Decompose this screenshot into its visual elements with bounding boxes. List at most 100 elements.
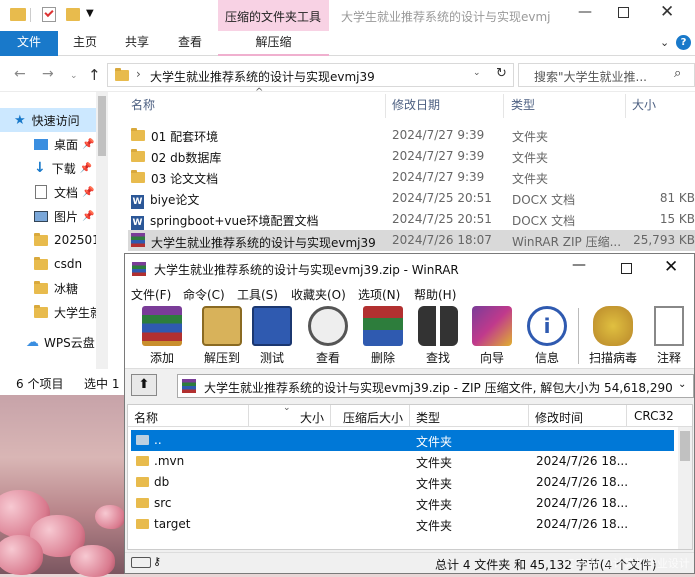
- winrar-maximize-button[interactable]: [621, 263, 632, 274]
- extract-to-icon: [202, 306, 242, 346]
- delete-icon: [363, 306, 403, 346]
- star-icon: ★: [14, 112, 26, 128]
- back-arrow-icon[interactable]: ←: [14, 66, 26, 82]
- archive-row[interactable]: target 文件夹 2024/7/26 18...: [133, 514, 683, 535]
- toolbar-wizard-button[interactable]: 向导: [467, 302, 517, 365]
- download-icon: ↓: [34, 160, 46, 176]
- info-icon: i: [527, 306, 567, 346]
- nav-quick-access[interactable]: ★ 快速访问: [0, 108, 108, 132]
- up-arrow-icon[interactable]: ↑: [88, 66, 101, 84]
- winrar-minimize-button[interactable]: —: [572, 257, 586, 273]
- nav-documents[interactable]: 文档 📌: [0, 180, 108, 204]
- drive-icon: [131, 557, 151, 568]
- help-icon[interactable]: ?: [676, 35, 691, 50]
- menu-file[interactable]: 文件(F): [131, 286, 171, 303]
- tab-extract[interactable]: 解压缩: [218, 31, 329, 56]
- nav-downloads[interactable]: ↓ 下载 📌: [0, 156, 108, 180]
- toolbar-delete-button[interactable]: 删除: [358, 302, 408, 365]
- winrar-archive-icon: [182, 379, 196, 393]
- address-dropdown-icon[interactable]: ⌄: [473, 68, 481, 78]
- tab-home[interactable]: 主页: [60, 31, 110, 56]
- menu-tools[interactable]: 工具(S): [237, 286, 278, 303]
- menu-options[interactable]: 选项(N): [358, 286, 400, 303]
- ribbon-expand-icon[interactable]: ⌄: [660, 36, 669, 49]
- nav-wps-cloud[interactable]: ☁ WPS云盘: [0, 330, 108, 354]
- quick-access-dropdown-icon[interactable]: ▼: [86, 8, 94, 19]
- explorer-window-title: 大学生就业推荐系统的设计与实现evmj39: [341, 10, 551, 24]
- winrar-menu-bar: 文件(F) 命令(C) 工具(S) 收藏夹(O) 选项(N) 帮助(H): [125, 283, 694, 303]
- refresh-icon[interactable]: ↻: [496, 66, 507, 81]
- search-icon: ⌕: [674, 66, 682, 81]
- column-header-modified[interactable]: 修改时间: [535, 409, 583, 426]
- nav-folder-project[interactable]: 大学生就: [0, 300, 108, 324]
- column-header-date[interactable]: 修改日期: [392, 96, 440, 116]
- winrar-titlebar: 大学生就业推荐系统的设计与实现evmj39.zip - WinRAR — ✕: [125, 254, 694, 283]
- test-icon: [252, 306, 292, 346]
- breadcrumb[interactable]: 大学生就业推荐系统的设计与实现evmj39: [150, 68, 450, 85]
- archive-row[interactable]: .mvn 文件夹 2024/7/26 18...: [133, 451, 683, 472]
- toolbar-info-button[interactable]: i 信息: [522, 302, 572, 365]
- toolbar-extract-to-button[interactable]: 解压到: [191, 302, 253, 365]
- menu-favorites[interactable]: 收藏夹(O): [291, 286, 346, 303]
- nav-pictures[interactable]: 图片 📌: [0, 204, 108, 228]
- search-input[interactable]: 搜索"大学生就业推... ⌕: [518, 63, 695, 87]
- nav-folder-202501[interactable]: 202501: [0, 228, 108, 252]
- archive-row[interactable]: src 文件夹 2024/7/26 18...: [133, 493, 683, 514]
- nav-folder-csdn[interactable]: csdn: [0, 252, 108, 276]
- column-header-type[interactable]: 类型: [416, 409, 440, 426]
- maximize-button[interactable]: [618, 7, 629, 18]
- toolbar-test-button[interactable]: 测试: [247, 302, 297, 365]
- toolbar-view-button[interactable]: 查看: [303, 302, 353, 365]
- column-header-size[interactable]: 大小: [296, 409, 324, 426]
- column-header-name[interactable]: 名称: [134, 409, 158, 426]
- file-row[interactable]: Wbiye论文 2024/7/25 20:51 DOCX 文档 81 KB: [128, 188, 695, 209]
- properties-icon[interactable]: [42, 7, 56, 22]
- column-header-name[interactable]: 名称: [131, 96, 155, 116]
- column-header-type[interactable]: 类型: [511, 96, 535, 116]
- forward-arrow-icon[interactable]: →: [42, 66, 54, 82]
- watermark: CSDN @计算机毕业设计: [567, 557, 690, 570]
- archive-row-selected[interactable]: .. 文件夹: [131, 430, 674, 451]
- column-header-crc32[interactable]: CRC32: [634, 409, 674, 423]
- tab-share[interactable]: 共享: [112, 31, 162, 56]
- folder-icon: [131, 170, 145, 183]
- file-row[interactable]: 02 db数据库 2024/7/27 9:39 文件夹: [128, 146, 695, 167]
- new-folder-icon[interactable]: [66, 8, 80, 21]
- breadcrumb-chevron-icon: ›: [136, 67, 141, 81]
- key-icon: ⚷: [153, 555, 162, 568]
- file-row-selected[interactable]: 大学生就业推荐系统的设计与实现evmj39 2024/7/26 18:07 Wi…: [128, 230, 695, 251]
- winrar-archive-icon: [131, 233, 145, 247]
- winrar-close-button[interactable]: ✕: [664, 257, 678, 277]
- minimize-button[interactable]: —: [572, 4, 598, 24]
- archive-row[interactable]: db 文件夹 2024/7/26 18...: [133, 472, 683, 493]
- up-one-level-button[interactable]: ⬆: [131, 374, 157, 396]
- file-row[interactable]: Wspringboot+vue环境配置文档 2024/7/25 20:51 DO…: [128, 209, 695, 230]
- nav-desktop[interactable]: 桌面 📌: [0, 132, 108, 156]
- toolbar-comment-button[interactable]: 注释: [649, 302, 689, 365]
- toolbar-find-button[interactable]: 查找: [413, 302, 463, 365]
- nav-scrollbar[interactable]: [96, 92, 108, 369]
- file-row[interactable]: 01 配套环境 2024/7/27 9:39 文件夹: [128, 125, 695, 146]
- folder-icon: [131, 149, 145, 162]
- nav-folder-bingtang[interactable]: 冰糖: [0, 276, 108, 300]
- menu-help[interactable]: 帮助(H): [414, 286, 456, 303]
- file-row[interactable]: 03 论文文档 2024/7/27 9:39 文件夹: [128, 167, 695, 188]
- archive-path-field[interactable]: 大学生就业推荐系统的设计与实现evmj39.zip - ZIP 压缩文件, 解包…: [177, 374, 694, 398]
- folder-icon: [34, 232, 48, 246]
- virus-scan-icon: [593, 306, 633, 346]
- recent-dropdown-icon[interactable]: ⌄: [70, 71, 78, 81]
- tab-view[interactable]: 查看: [164, 31, 216, 56]
- path-dropdown-icon[interactable]: ⌄: [678, 379, 686, 390]
- column-header-packed-size[interactable]: 压缩后大小: [343, 409, 403, 426]
- tab-file[interactable]: 文件: [0, 31, 58, 56]
- toolbar-virus-scan-button[interactable]: 扫描病毒: [583, 302, 643, 365]
- pin-icon: 📌: [79, 162, 93, 174]
- archive-file-list: 名称 ⌄ 大小 压缩后大小 类型 修改时间 CRC32 .. 文件夹 .mvn …: [127, 403, 693, 550]
- close-button[interactable]: ✕: [660, 2, 674, 22]
- search-placeholder: 搜索"大学生就业推...: [534, 70, 647, 84]
- toolbar-add-button[interactable]: 添加: [131, 302, 193, 365]
- column-header-size[interactable]: 大小: [632, 96, 656, 116]
- archive-list-scrollbar[interactable]: [678, 427, 692, 549]
- address-field[interactable]: › 大学生就业推荐系统的设计与实现evmj39 ⌄ ↻: [107, 63, 514, 87]
- menu-commands[interactable]: 命令(C): [183, 286, 225, 303]
